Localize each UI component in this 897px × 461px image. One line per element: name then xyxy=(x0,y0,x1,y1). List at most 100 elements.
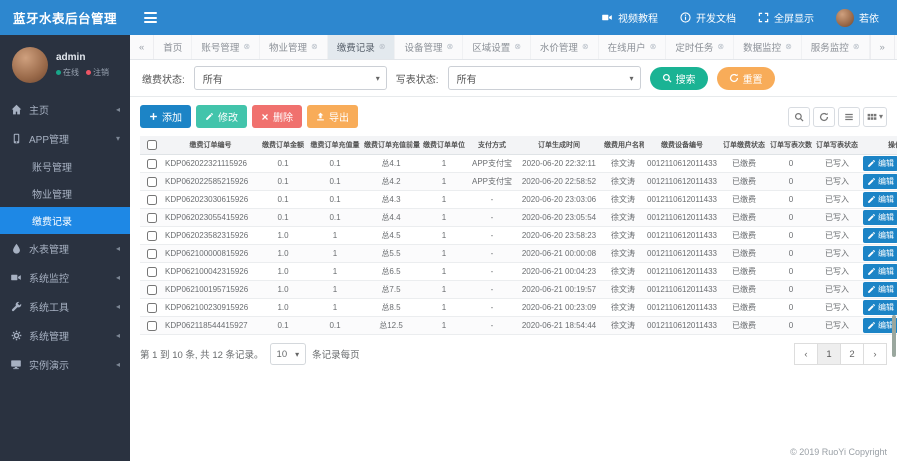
page-button-1[interactable]: 1 xyxy=(817,343,841,365)
export-button[interactable]: 导出 xyxy=(307,105,358,128)
sidebar-item-system-tools[interactable]: 系统工具 ◂ xyxy=(0,292,130,321)
sidebar-item-home[interactable]: 主页 ◂ xyxy=(0,95,130,124)
reset-button[interactable]: 重置 xyxy=(716,66,775,90)
next-page-button[interactable]: › xyxy=(863,343,887,365)
avatar[interactable] xyxy=(12,47,48,83)
table-view-toggle-button[interactable] xyxy=(837,106,860,127)
tint-icon xyxy=(10,243,22,254)
edit-button[interactable]: 修改 xyxy=(196,105,247,128)
sidebar-item-system-monitor[interactable]: 系统监控 ◂ xyxy=(0,263,130,292)
menu-toggle-button[interactable] xyxy=(144,12,157,23)
page-size-value: 10 xyxy=(276,348,288,360)
scrollbar-thumb[interactable] xyxy=(892,315,896,357)
tab-close-icon[interactable]: ⊗ xyxy=(582,43,589,51)
sidebar-item-system-manage[interactable]: 系统管理 ◂ xyxy=(0,321,130,350)
sidebar-subitem-payment-records[interactable]: 缴费记录 xyxy=(0,207,130,234)
tab-item-3[interactable]: 缴费记录 ⊗ xyxy=(327,35,396,59)
tab-close-icon[interactable]: ⊗ xyxy=(311,43,318,51)
add-button-label: 添加 xyxy=(162,113,182,124)
table-refresh-button[interactable] xyxy=(812,106,835,127)
chevron-icon: ◂ xyxy=(115,331,120,340)
row-edit-button[interactable]: 编辑 xyxy=(863,227,897,243)
col-before_total: 缴费订单充值前量 xyxy=(362,136,420,155)
cell-actions: 编辑删除 xyxy=(860,280,897,299)
row-checkbox[interactable] xyxy=(146,230,157,241)
cell-recharge: 0.1 xyxy=(308,316,362,335)
table-search-button[interactable] xyxy=(787,106,810,127)
fullscreen-icon xyxy=(758,12,769,23)
sidebar-item-demo[interactable]: 实例演示 ◂ xyxy=(0,350,130,379)
table-columns-button[interactable]: ▾ xyxy=(862,106,887,127)
tab-close-icon[interactable]: ⊗ xyxy=(514,43,521,51)
write-status-select[interactable]: 所有 ▾ xyxy=(447,66,641,90)
tab-close-icon[interactable]: ⊗ xyxy=(785,43,792,51)
row-edit-button[interactable]: 编辑 xyxy=(863,281,897,297)
tab-close-icon[interactable]: ⊗ xyxy=(650,43,657,51)
page-button-2[interactable]: 2 xyxy=(840,343,864,365)
tab-item-5[interactable]: 区域设置 ⊗ xyxy=(463,35,531,59)
tab-item-10[interactable]: 服务监控 ⊗ xyxy=(802,35,870,59)
tab-item-6[interactable]: 水价管理 ⊗ xyxy=(531,35,599,59)
row-edit-button[interactable]: 编辑 xyxy=(863,173,897,189)
upload-icon xyxy=(316,112,325,121)
page-size-select[interactable]: 10 ▾ xyxy=(269,343,307,365)
add-button[interactable]: 添加 xyxy=(140,105,191,128)
sidebar-subitem-account-manage[interactable]: 账号管理 xyxy=(0,153,130,180)
tab-close-icon[interactable]: ⊗ xyxy=(853,43,860,51)
sidebar-item-label: APP管理 xyxy=(29,135,70,146)
tabs-collapse-right-button[interactable]: » xyxy=(869,35,894,59)
row-edit-button[interactable]: 编辑 xyxy=(863,191,897,207)
sidebar-item-label: 系统管理 xyxy=(29,332,69,343)
tab-close-icon[interactable]: ⊗ xyxy=(379,43,386,51)
plus-icon xyxy=(149,112,158,121)
topbar-item-dev-docs[interactable]: 开发文档 xyxy=(680,10,736,25)
sidebar-item-app-manage[interactable]: APP管理 ▾ xyxy=(0,124,130,153)
tab-item-9[interactable]: 数据监控 ⊗ xyxy=(734,35,802,59)
cell-pay_status: 已缴费 xyxy=(720,316,768,335)
row-checkbox[interactable] xyxy=(146,266,157,277)
topbar-item-fullscreen[interactable]: 全屏显示 xyxy=(758,10,814,25)
row-edit-button[interactable]: 编辑 xyxy=(863,245,897,261)
tab-item-8[interactable]: 定时任务 ⊗ xyxy=(666,35,735,59)
tab-close-icon[interactable]: ⊗ xyxy=(446,43,453,51)
cell-recharge: 1 xyxy=(308,298,362,317)
sidebar-subitem-property-manage[interactable]: 物业管理 xyxy=(0,180,130,207)
select-all-checkbox[interactable] xyxy=(146,140,157,150)
row-checkbox[interactable] xyxy=(146,248,157,259)
tabs-collapse-left-button[interactable]: « xyxy=(130,35,155,59)
refresh-icon xyxy=(819,112,829,122)
tab-item-7[interactable]: 在线用户 ⊗ xyxy=(599,35,667,59)
tab-label: 区域设置 xyxy=(472,43,511,54)
row-edit-button[interactable]: 编辑 xyxy=(863,209,897,225)
online-status[interactable]: 在线 xyxy=(56,67,79,78)
top-navbar: 蓝牙水表后台管理 视频教程 开发文档 全屏显示 若依 xyxy=(0,0,897,35)
row-checkbox[interactable] xyxy=(146,284,157,295)
tab-close-icon[interactable]: ⊗ xyxy=(243,43,250,51)
col-select xyxy=(140,136,163,155)
row-edit-button[interactable]: 编辑 xyxy=(863,263,897,279)
row-edit-button[interactable]: 编辑 xyxy=(863,299,897,315)
row-checkbox[interactable] xyxy=(146,194,157,205)
topbar-item-profile[interactable]: 若依 xyxy=(836,8,879,27)
row-checkbox[interactable] xyxy=(146,176,157,187)
cell-order_no: KDP062023582315926 xyxy=(163,226,258,245)
topbar-item-video-tutorial[interactable]: 视频教程 xyxy=(601,10,658,25)
sidebar-item-meter-manage[interactable]: 水表管理 ◂ xyxy=(0,234,130,263)
row-checkbox[interactable] xyxy=(146,212,157,223)
prev-page-button[interactable]: ‹ xyxy=(794,343,818,365)
payment-status-select[interactable]: 所有 ▾ xyxy=(193,66,387,90)
tab-item-1[interactable]: 账号管理 ⊗ xyxy=(192,35,261,59)
row-edit-button[interactable]: 编辑 xyxy=(863,155,897,171)
tab-item-4[interactable]: 设备管理 ⊗ xyxy=(395,35,464,59)
tab-item-2[interactable]: 物业管理 ⊗ xyxy=(260,35,328,59)
row-checkbox[interactable] xyxy=(146,158,157,169)
row-checkbox[interactable] xyxy=(146,320,157,331)
search-button[interactable]: 搜索 xyxy=(649,66,708,90)
row-checkbox[interactable] xyxy=(146,302,157,313)
col-amount: 缴费订单金额 xyxy=(258,136,308,155)
tab-close-icon[interactable]: ⊗ xyxy=(717,43,724,51)
cell-order_no: KDP062100042315926 xyxy=(163,262,258,281)
tab-item-0[interactable]: 首页 xyxy=(154,35,193,59)
delete-button[interactable]: 删除 xyxy=(252,105,302,128)
logout-button[interactable]: 注销 xyxy=(86,67,109,78)
